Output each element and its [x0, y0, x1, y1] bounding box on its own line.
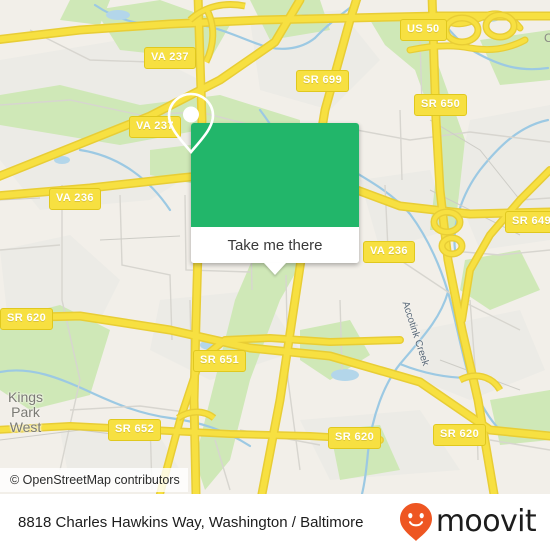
callout-tail	[264, 263, 286, 275]
road-shield: SR 620	[328, 427, 382, 449]
road-shield: US 50	[400, 19, 447, 41]
map-pin-icon	[167, 92, 215, 155]
edge-label: C	[544, 31, 550, 45]
road-shield: SR 652	[108, 419, 162, 441]
callout-banner	[167, 92, 359, 227]
road-shield: VA 236	[363, 241, 415, 263]
moovit-brand[interactable]: moovit	[399, 502, 537, 542]
map-screenshot: VA 237 SR 699 US 50 SR 650 VA 237 VA 236 SR 64…	[0, 0, 550, 550]
road-shield: SR 620	[0, 308, 54, 330]
road-shield: SR 649	[505, 211, 550, 233]
moovit-wordmark: moovit	[435, 504, 537, 539]
map-canvas[interactable]: VA 237 SR 699 US 50 SR 650 VA 237 VA 236 SR 64…	[0, 0, 550, 494]
footer-bar: 8818 Charles Hawkins Way, Washington / B…	[0, 494, 550, 550]
location-callout[interactable]: Take me there	[167, 92, 359, 275]
road-shield: SR 699	[296, 70, 350, 92]
road-shield: VA 236	[49, 188, 101, 210]
road-shield: SR 651	[193, 350, 247, 372]
take-me-there-button[interactable]: Take me there	[191, 227, 359, 263]
road-shield: SR 650	[414, 94, 468, 116]
address-title: 8818 Charles Hawkins Way, Washington / B…	[18, 513, 364, 531]
osm-attribution[interactable]: © OpenStreetMap contributors	[0, 468, 188, 492]
moovit-pin-smiley-icon	[399, 503, 432, 541]
road-shield: SR 620	[433, 424, 487, 446]
place-label: Kings Park West	[8, 389, 44, 435]
road-shield: VA 237	[144, 47, 196, 69]
